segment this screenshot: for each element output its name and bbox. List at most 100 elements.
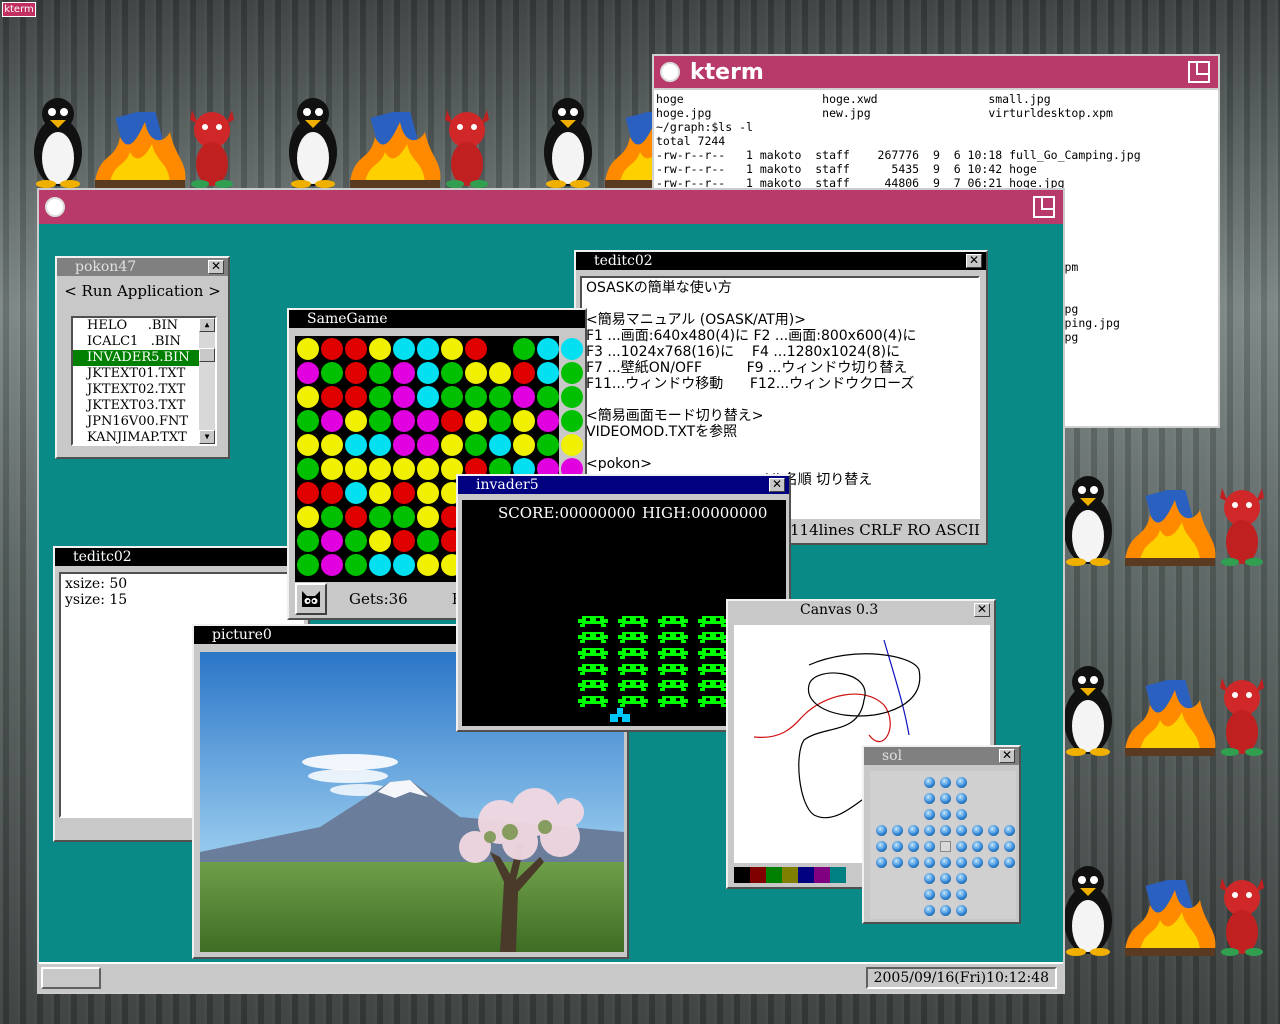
samegame-ball[interactable] [489,410,511,432]
samegame-ball[interactable] [465,338,487,360]
samegame-ball[interactable] [297,482,319,504]
peg[interactable] [924,777,935,788]
palette-swatch[interactable] [734,867,750,883]
peg[interactable] [972,841,983,852]
samegame-ball[interactable] [393,410,415,432]
peg-solitaire-board[interactable] [870,771,1016,919]
pokon-window[interactable]: pokon47 ✕ < Run Application > HELO .BIN I… [55,256,230,459]
peg[interactable] [988,857,999,868]
close-icon[interactable]: ✕ [999,749,1015,763]
samegame-ball[interactable] [345,506,367,528]
samegame-ball[interactable] [441,386,463,408]
file-list-item[interactable]: JKTEXT03.TXT [73,398,201,414]
teditc02-titlebar[interactable]: teditc02 [55,548,308,566]
samegame-ball[interactable] [393,530,415,552]
file-list-scrollbar[interactable]: ▲ ▼ [199,318,215,444]
samegame-ball[interactable] [561,386,583,408]
peg[interactable] [972,825,983,836]
samegame-ball[interactable] [393,338,415,360]
samegame-ball[interactable] [417,338,439,360]
peg[interactable] [908,841,919,852]
samegame-ball[interactable] [465,410,487,432]
samegame-ball[interactable] [465,362,487,384]
empty-hole[interactable] [940,841,951,852]
peg[interactable] [924,857,935,868]
peg[interactable] [940,905,951,916]
peg[interactable] [956,841,967,852]
samegame-ball[interactable] [321,482,343,504]
canvas-titlebar[interactable]: Canvas 0.3 ✕ [728,601,994,619]
close-icon[interactable]: ✕ [974,603,990,617]
samegame-ball[interactable] [297,362,319,384]
peg[interactable] [908,857,919,868]
peg[interactable] [940,777,951,788]
samegame-ball[interactable] [369,386,391,408]
peg[interactable] [956,889,967,900]
samegame-ball[interactable] [513,434,535,456]
peg[interactable] [956,793,967,804]
samegame-ball[interactable] [393,434,415,456]
peg[interactable] [940,793,951,804]
samegame-ball[interactable] [369,554,391,576]
scrollbar-thumb[interactable] [199,348,215,362]
teditc02-titlebar[interactable]: teditc02 ✕ [576,252,986,270]
peg[interactable] [956,905,967,916]
run-application-label[interactable]: < Run Application > [57,282,228,300]
close-icon[interactable]: ✕ [966,254,982,268]
samegame-ball[interactable] [297,530,319,552]
file-list-item[interactable]: JKTEXT01.TXT [73,366,201,382]
samegame-ball[interactable] [321,386,343,408]
samegame-ball[interactable] [321,530,343,552]
samegame-ball[interactable] [537,410,559,432]
peg[interactable] [892,841,903,852]
kterm-titlebar[interactable]: kterm [654,56,1218,90]
peg[interactable] [924,809,935,820]
peg[interactable] [956,825,967,836]
samegame-ball[interactable] [417,530,439,552]
samegame-ball[interactable] [345,410,367,432]
samegame-ball[interactable] [345,386,367,408]
samegame-ball[interactable] [465,434,487,456]
file-list-item[interactable]: HELO .BIN [73,318,201,334]
samegame-ball[interactable] [537,362,559,384]
palette-swatch[interactable] [766,867,782,883]
samegame-ball[interactable] [321,362,343,384]
peg[interactable] [1004,841,1015,852]
peg[interactable] [924,873,935,884]
invader-titlebar[interactable]: invader5 ✕ [458,476,789,494]
peg[interactable] [924,889,935,900]
samegame-ball[interactable] [417,434,439,456]
samegame-ball[interactable] [513,386,535,408]
peg[interactable] [892,825,903,836]
samegame-ball[interactable] [369,434,391,456]
file-list-item[interactable]: INVADER5.BIN [73,350,201,366]
samegame-ball[interactable] [297,554,319,576]
maximize-icon[interactable] [1188,61,1210,83]
peg[interactable] [956,857,967,868]
file-list-item[interactable]: JPN16V00.FNT [73,414,201,430]
samegame-ball[interactable] [345,434,367,456]
peg[interactable] [924,841,935,852]
peg[interactable] [988,825,999,836]
color-palette[interactable] [734,867,846,883]
start-button[interactable] [41,967,101,989]
samegame-ball[interactable] [369,506,391,528]
peg[interactable] [940,825,951,836]
samegame-ball[interactable] [321,506,343,528]
samegame-ball[interactable] [393,362,415,384]
samegame-ball[interactable] [345,482,367,504]
samegame-ball[interactable] [345,362,367,384]
peg[interactable] [956,777,967,788]
samegame-ball[interactable] [393,554,415,576]
palette-swatch[interactable] [798,867,814,883]
peg[interactable] [1004,825,1015,836]
close-icon[interactable]: ✕ [208,260,224,274]
palette-swatch[interactable] [830,867,846,883]
samegame-ball[interactable] [369,530,391,552]
samegame-ball[interactable] [393,458,415,480]
samegame-ball[interactable] [561,338,583,360]
samegame-ball[interactable] [441,362,463,384]
peg[interactable] [940,809,951,820]
samegame-ball[interactable] [297,458,319,480]
samegame-ball[interactable] [489,386,511,408]
